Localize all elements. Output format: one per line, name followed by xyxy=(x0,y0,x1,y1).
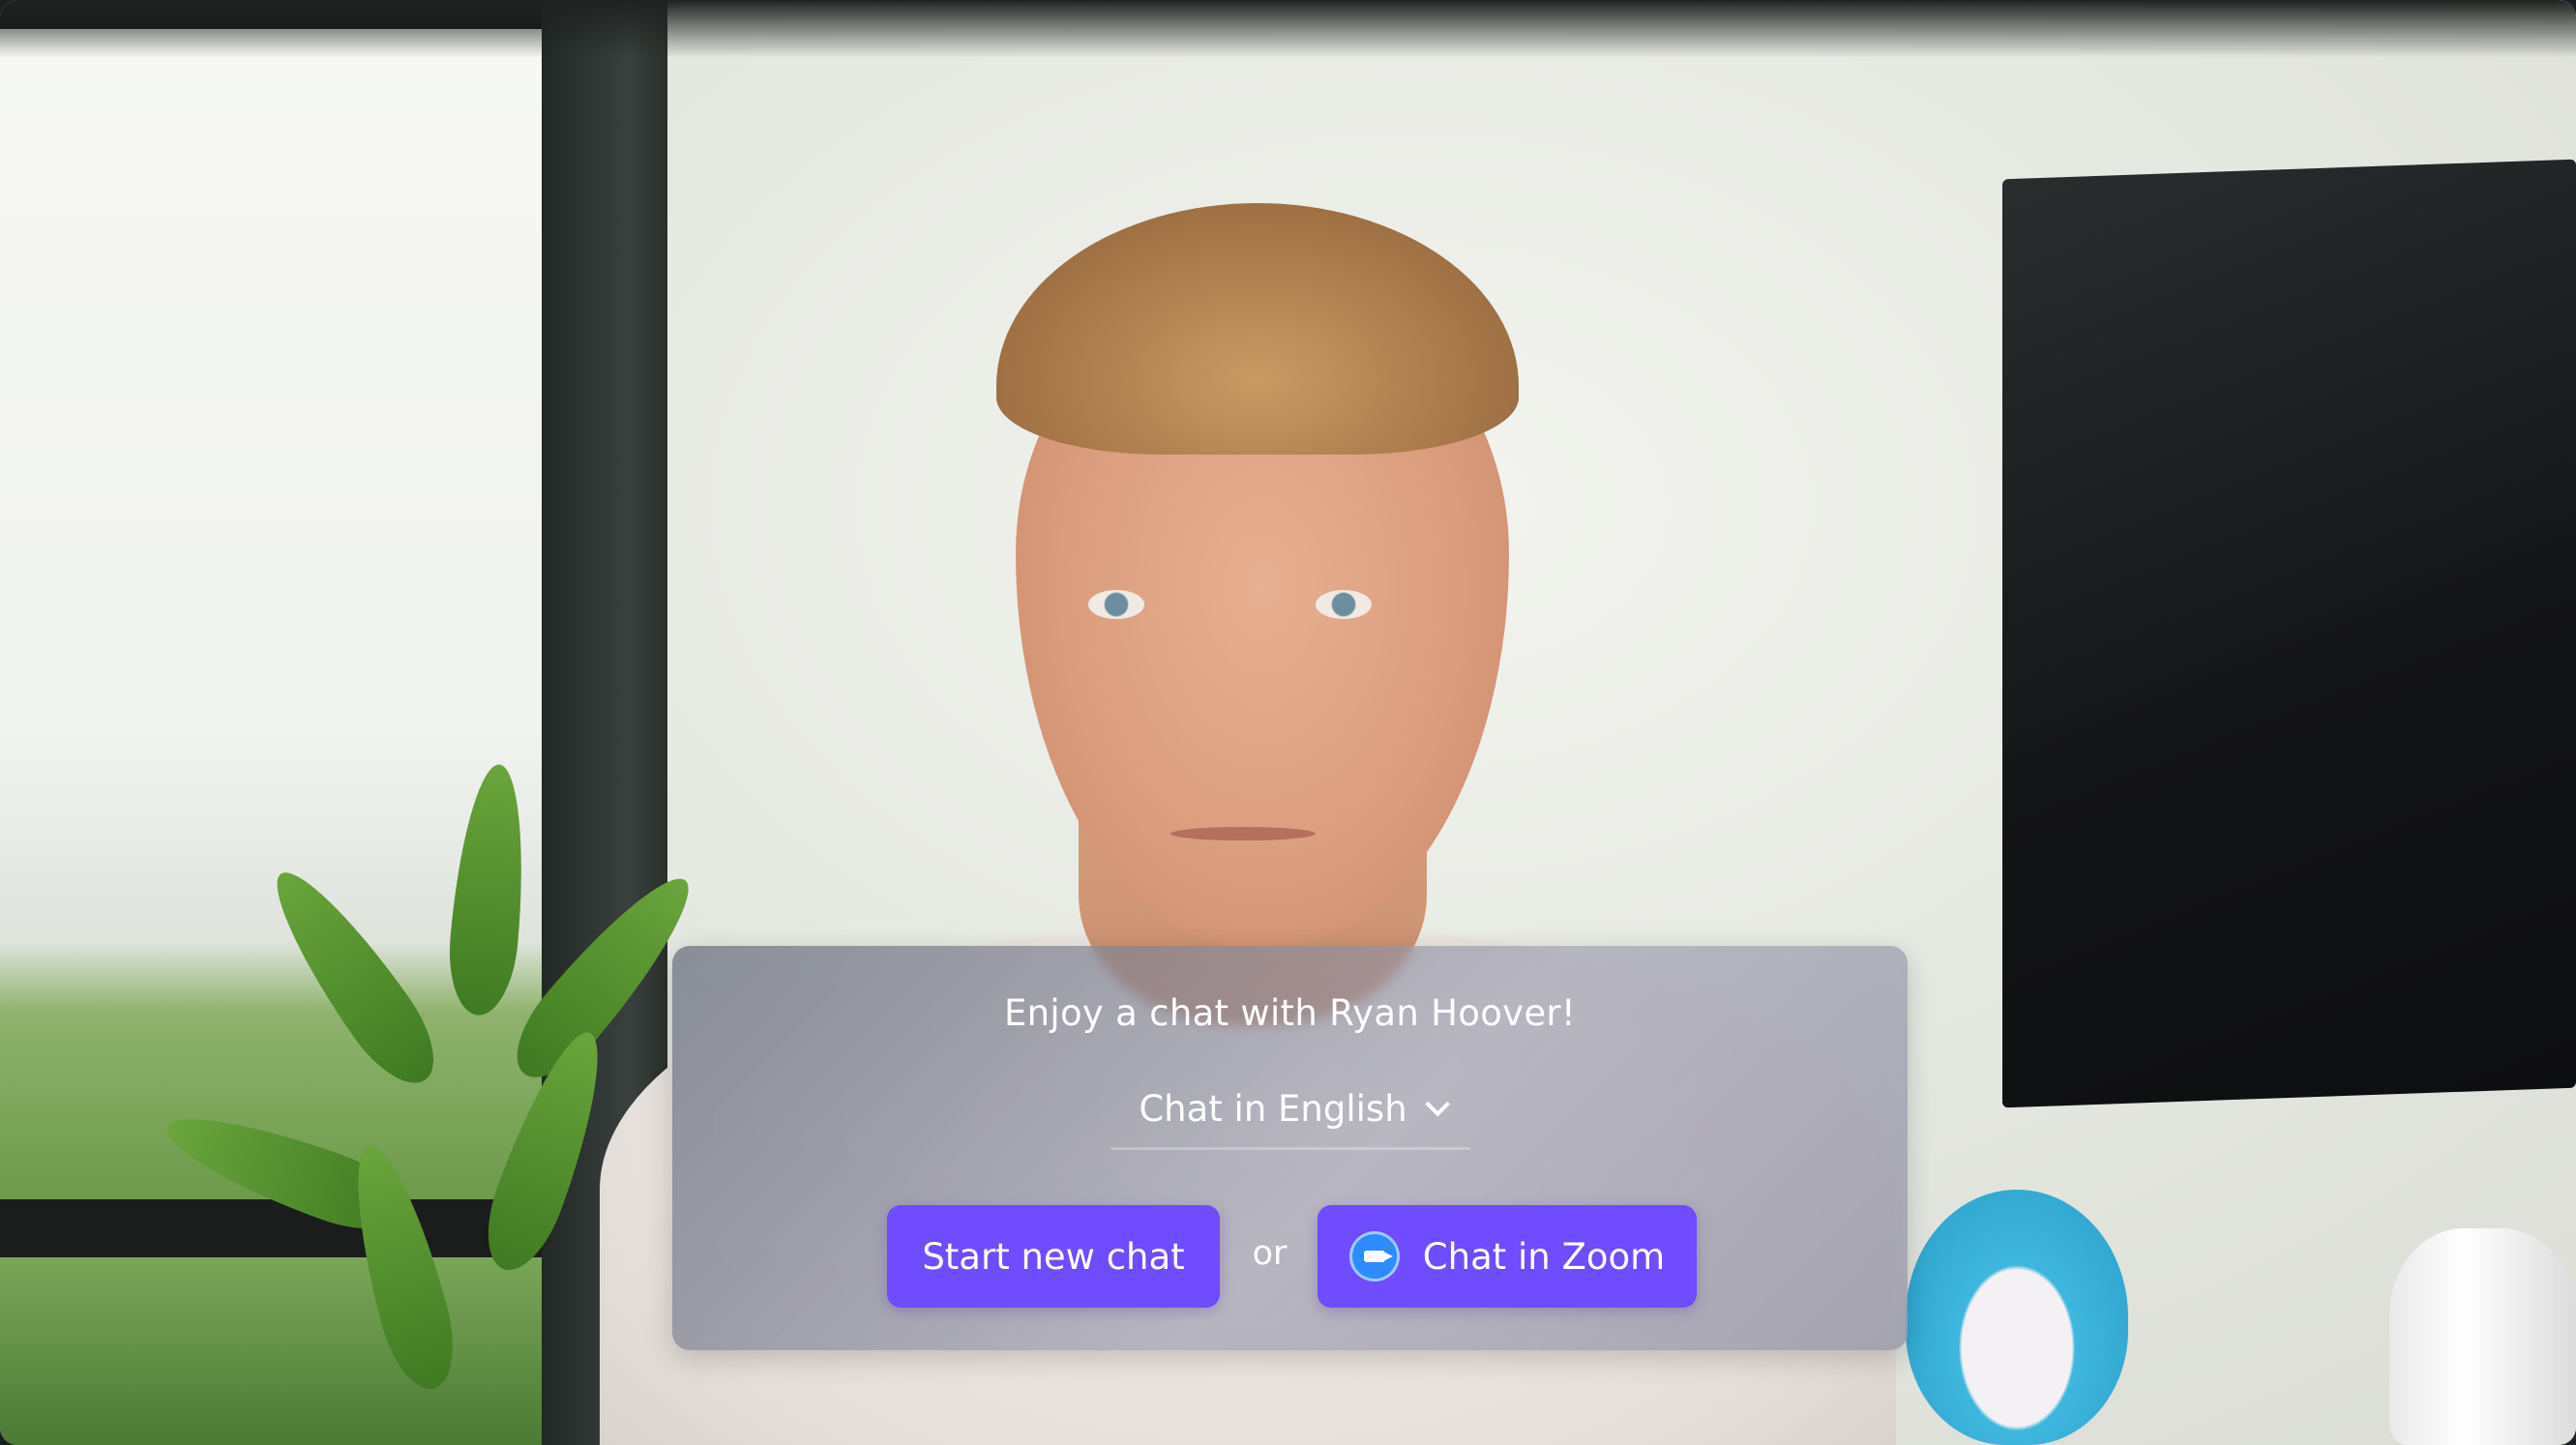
language-select[interactable]: Chat in English xyxy=(1110,1070,1470,1150)
chat-in-zoom-label: Chat in Zoom xyxy=(1422,1235,1666,1278)
or-separator: or xyxy=(1252,1234,1288,1273)
chat-in-zoom-button[interactable]: Chat in Zoom xyxy=(1318,1205,1697,1308)
video-frame: Enjoy a chat with Ryan Hoover! Chat in E… xyxy=(0,0,2576,1445)
person-eye-left xyxy=(1088,590,1144,619)
start-new-chat-button[interactable]: Start new chat xyxy=(887,1205,1220,1308)
person-mouth xyxy=(1170,827,1316,840)
window-glass-lower xyxy=(0,1257,542,1445)
person-eye-right xyxy=(1316,590,1372,619)
window-glass xyxy=(0,29,542,1199)
window-sill xyxy=(0,1199,542,1257)
language-select-value: Chat in English xyxy=(1139,1087,1407,1130)
background-tv xyxy=(2002,159,2576,1108)
start-new-chat-label: Start new chat xyxy=(922,1235,1185,1278)
chevron-down-icon xyxy=(1425,1092,1450,1117)
zoom-logo-icon xyxy=(1348,1231,1400,1282)
top-vignette xyxy=(0,0,2576,58)
white-object xyxy=(2389,1228,2576,1445)
plush-toy xyxy=(1906,1190,2128,1445)
chat-card-title: Enjoy a chat with Ryan Hoover! xyxy=(1003,992,1577,1034)
chat-start-card: Enjoy a chat with Ryan Hoover! Chat in E… xyxy=(672,946,1908,1350)
